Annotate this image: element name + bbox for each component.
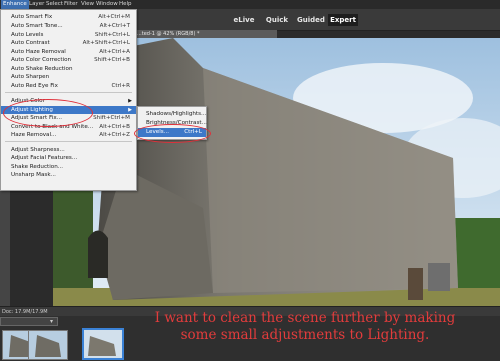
menu-item-auto-color-correction[interactable]: Auto Color Correction Shift+Ctrl+B [1, 56, 136, 65]
menu-item-shadows-highlights[interactable]: Shadows/Highlights... [138, 110, 206, 119]
menu-item-auto-levels[interactable]: Auto Levels Shift+Ctrl+L [1, 31, 136, 40]
menu-window[interactable]: Window [94, 0, 120, 9]
adjust-lighting-submenu: Shadows/Highlights... Brightness/Contras… [137, 106, 207, 140]
caption-line-2: some small adjustments to Lighting. [180, 327, 430, 343]
submenu-arrow-icon: ▶ [128, 98, 132, 104]
menu-item-brightness-contrast[interactable]: Brightness/Contrast... [138, 119, 207, 128]
menu-item-adjust-smart-fix[interactable]: Adjust Smart Fix... Shift+Ctrl+M [1, 114, 136, 123]
menu-item-adjust-color[interactable]: Adjust Color ▶ [1, 97, 136, 106]
caption-line-1: I want to clean the scene further by mak… [154, 310, 456, 326]
menu-item-auto-smart-fix[interactable]: Auto Smart Fix Alt+Ctrl+M [1, 13, 136, 22]
submenu-arrow-icon: ▶ [128, 106, 132, 113]
menu-separator [5, 92, 132, 93]
document-size: Doc: 17.9M/17.9M [2, 309, 48, 315]
menu-filter[interactable]: Filter [62, 0, 80, 9]
menu-item-haze-removal[interactable]: Haze Removal... Alt+Ctrl+Z [1, 131, 136, 140]
menu-item-auto-haze-removal[interactable]: Auto Haze Removal Alt+Ctrl+A [1, 48, 136, 57]
enhance-menu: Auto Smart Fix Alt+Ctrl+M Auto Smart Tone… [0, 9, 137, 191]
tab-quick[interactable]: Quick [262, 14, 292, 26]
menu-item-auto-smart-tone[interactable]: Auto Smart Tone... Alt+Ctrl+T [1, 22, 136, 31]
menu-item-shake-reduction[interactable]: Shake Reduction... [1, 163, 136, 172]
menu-item-auto-shake-reduction[interactable]: Auto Shake Reduction [1, 65, 136, 74]
menu-item-adjust-lighting[interactable]: Adjust Lighting ▶ [1, 105, 136, 115]
annotation-caption: I want to clean the scene further by mak… [120, 310, 490, 344]
tab-elive[interactable]: eLive [228, 14, 260, 26]
menu-item-adjust-sharpness[interactable]: Adjust Sharpness... [1, 146, 136, 155]
menu-enhance[interactable]: Enhance [1, 0, 29, 9]
document-tab[interactable]: ...ted-1 @ 42% (RGB/8) * [134, 30, 277, 38]
menu-item-unsharp-mask[interactable]: Unsharp Mask... [1, 171, 136, 180]
chevron-down-icon: ▾ [50, 318, 54, 325]
thumbnail-selected[interactable] [82, 328, 124, 360]
menu-item-levels[interactable]: Levels... Ctrl+L [138, 128, 206, 137]
menu-help[interactable]: Help [117, 0, 134, 9]
menu-item-auto-red-eye-fix[interactable]: Auto Red Eye Fix Ctrl+R [1, 82, 136, 91]
menu-item-convert-black-white[interactable]: Convert to Black and White... Alt+Ctrl+B [1, 123, 136, 132]
thumbnail[interactable] [28, 330, 68, 360]
menu-item-auto-sharpen[interactable]: Auto Sharpen [1, 73, 136, 82]
menu-bar: Enhance Layer Select Filter View Window … [0, 0, 500, 9]
tab-expert[interactable]: Expert [328, 14, 358, 26]
tab-guided[interactable]: Guided [294, 14, 328, 26]
menu-separator [5, 141, 132, 142]
menu-item-auto-contrast[interactable]: Auto Contrast Alt+Shift+Ctrl+L [1, 39, 136, 48]
menu-item-adjust-facial-features[interactable]: Adjust Facial Features... [1, 154, 136, 163]
